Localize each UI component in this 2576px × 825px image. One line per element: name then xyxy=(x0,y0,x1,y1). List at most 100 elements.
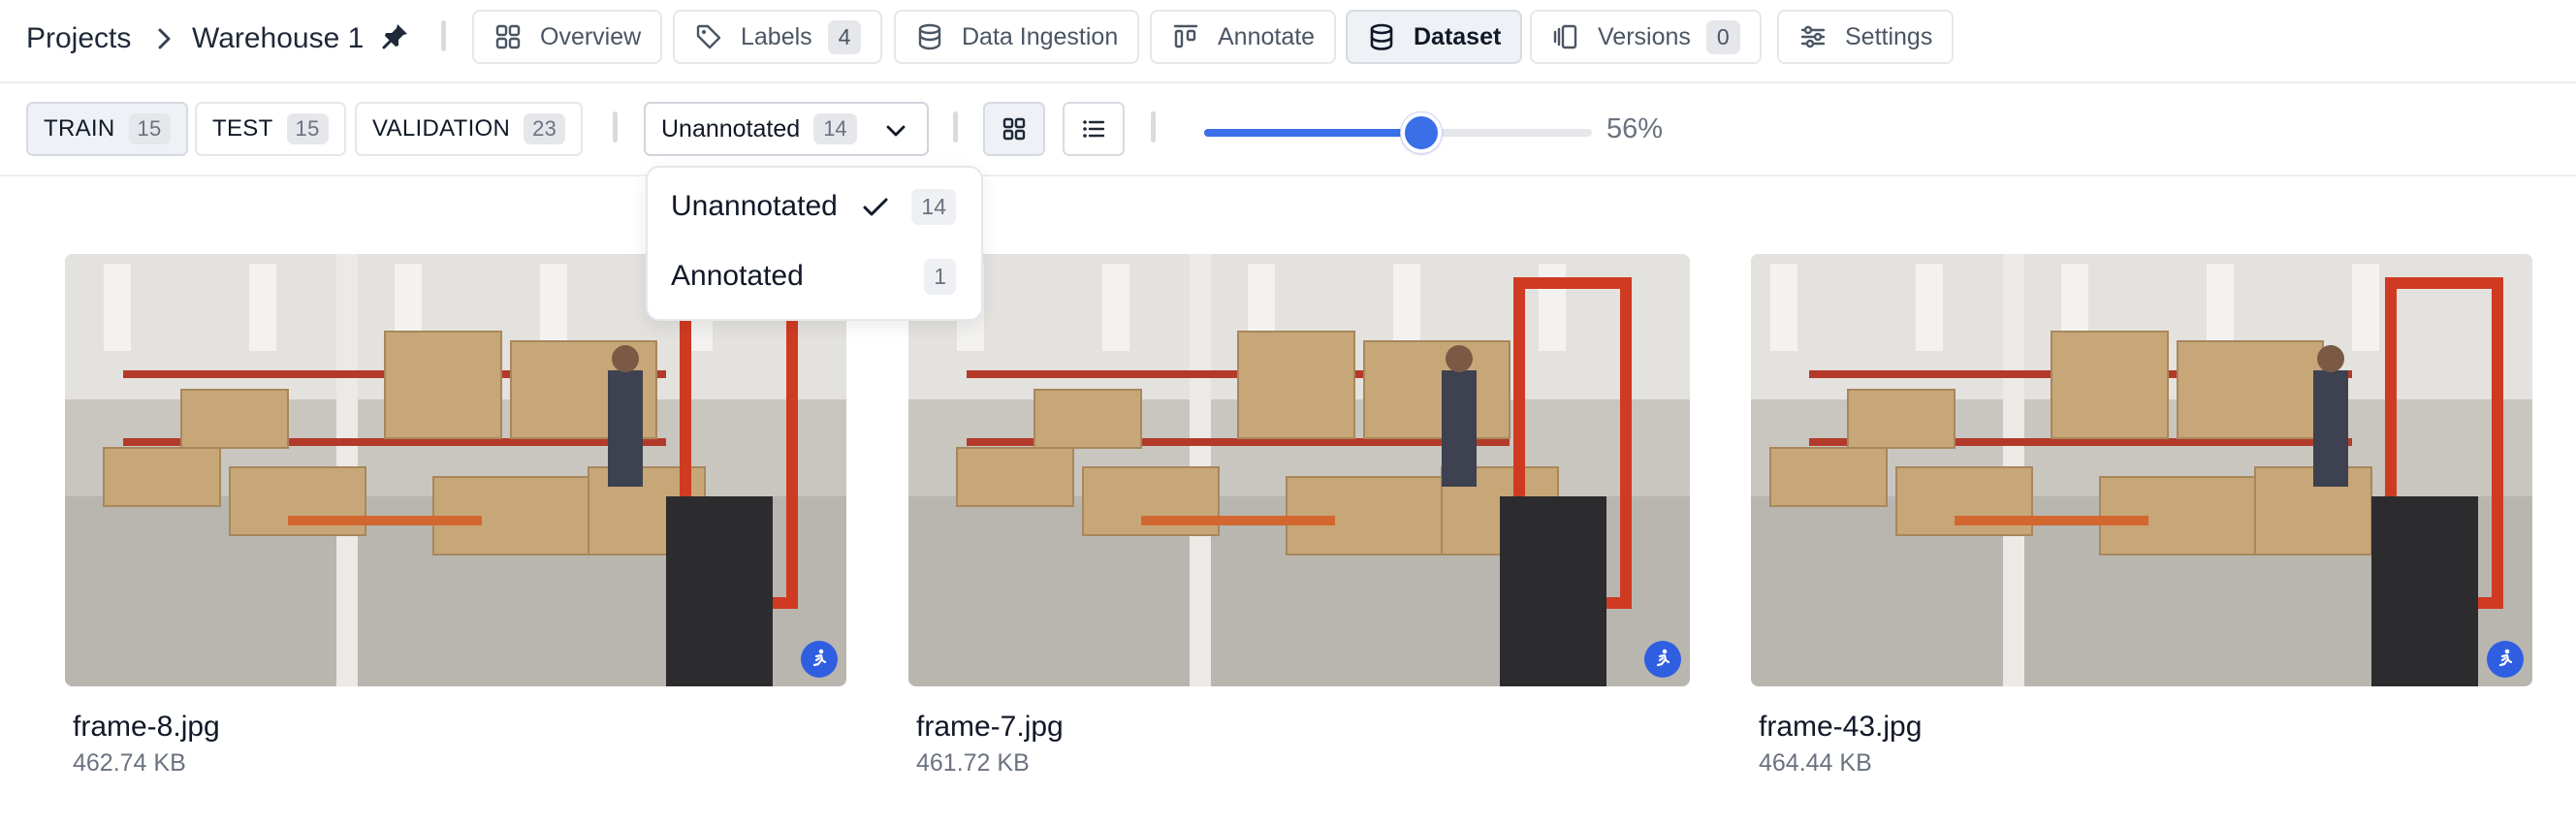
person-running-icon xyxy=(1656,649,1670,667)
window xyxy=(249,264,276,351)
tab-versions[interactable]: Versions 0 xyxy=(1530,10,1762,64)
nav-divider xyxy=(441,20,446,51)
stacker-body xyxy=(666,496,773,686)
cardboard-box xyxy=(1237,331,1355,439)
labels-count-badge: 4 xyxy=(827,19,862,54)
cardboard-box xyxy=(2051,331,2169,439)
cardboard-box xyxy=(1034,389,1142,449)
image-thumbnail[interactable] xyxy=(1751,254,2532,686)
tab-annotate-label: Annotate xyxy=(1218,22,1316,50)
person-running-icon xyxy=(812,649,827,667)
versions-count-badge: 0 xyxy=(1705,19,1740,54)
split-validation-label: VALIDATION xyxy=(372,115,511,142)
window xyxy=(2352,264,2379,351)
filter-selected-count: 14 xyxy=(813,113,857,144)
list-view-icon xyxy=(1083,120,1105,138)
window xyxy=(540,264,567,351)
image-card[interactable]: frame-43.jpg 464.44 KB xyxy=(1751,254,2532,777)
annotate-icon xyxy=(1173,24,1198,48)
image-card[interactable]: frame-7.jpg 461.72 KB xyxy=(908,254,1690,777)
worker xyxy=(1442,370,1477,487)
cardboard-box xyxy=(103,447,221,507)
filter-selected-label: Unannotated xyxy=(661,114,801,143)
tab-dataset[interactable]: Dataset xyxy=(1346,10,1523,64)
pallet-jack xyxy=(288,516,482,525)
filter-option-count: 14 xyxy=(911,189,956,225)
tag-icon xyxy=(696,24,721,49)
grid-view-button[interactable] xyxy=(983,102,1045,156)
split-train-label: TRAIN xyxy=(44,115,115,142)
cardboard-box xyxy=(1769,447,1888,507)
tab-settings[interactable]: Settings xyxy=(1777,10,1955,64)
filter-option-unannotated[interactable]: Unannotated 14 xyxy=(648,175,981,238)
pin-icon[interactable] xyxy=(381,21,410,50)
worker-head xyxy=(612,345,639,372)
toolbar-divider xyxy=(613,111,618,143)
cardboard-box xyxy=(384,331,502,439)
filter-option-annotated[interactable]: Annotated 1 xyxy=(648,245,981,307)
annotation-filter-menu: Unannotated 14 Annotated 1 xyxy=(646,166,983,321)
tab-data-ingestion-label: Data Ingestion xyxy=(962,22,1119,50)
badge xyxy=(1644,641,1681,678)
worker xyxy=(608,370,643,487)
image-card[interactable]: frame-8.jpg 462.74 KB xyxy=(65,254,846,777)
split-test-button[interactable]: TEST 15 xyxy=(195,102,346,156)
cardboard-box xyxy=(1363,340,1511,439)
window xyxy=(1770,264,1797,351)
warehouse-photo xyxy=(1751,254,2532,686)
image-filesize: 464.44 KB xyxy=(1759,749,1872,777)
worker-head xyxy=(2317,345,2344,372)
tab-data-ingestion[interactable]: Data Ingestion xyxy=(894,10,1140,64)
zoom-slider[interactable] xyxy=(1204,112,1592,153)
zoom-percentage: 56% xyxy=(1606,113,1664,144)
zoom-slider-thumb[interactable] xyxy=(1401,112,1442,153)
tab-labels-label: Labels xyxy=(741,22,812,50)
split-test-label: TEST xyxy=(212,115,273,142)
window xyxy=(1102,264,1129,351)
window xyxy=(1539,264,1566,351)
worker-head xyxy=(1446,345,1473,372)
filter-option-label: Annotated xyxy=(671,260,804,292)
image-filesize: 461.72 KB xyxy=(916,749,1030,777)
pallet-jack xyxy=(1141,516,1335,525)
image-thumbnail[interactable] xyxy=(908,254,1690,686)
image-filename: frame-8.jpg xyxy=(73,711,220,743)
tab-overview[interactable]: Overview xyxy=(472,10,663,64)
worker xyxy=(2313,370,2348,487)
chevron-down-icon xyxy=(886,125,906,137)
warehouse-photo xyxy=(908,254,1690,686)
annotation-filter-select[interactable]: Unannotated 14 xyxy=(644,102,929,156)
badge xyxy=(801,641,838,678)
database-icon xyxy=(1370,23,1393,50)
stacker-body xyxy=(1500,496,1606,686)
split-validation-button[interactable]: VALIDATION 23 xyxy=(355,102,584,156)
toolbar-divider xyxy=(953,111,958,143)
top-nav: Projects Warehouse 1 Overview Labels 4 D… xyxy=(0,0,2576,83)
split-test-count: 15 xyxy=(286,113,329,144)
pallet-jack xyxy=(1955,516,2148,525)
tab-overview-label: Overview xyxy=(540,22,642,50)
breadcrumb-projects-link[interactable]: Projects xyxy=(26,21,131,56)
tab-annotate[interactable]: Annotate xyxy=(1150,10,1337,64)
split-train-count: 15 xyxy=(128,113,171,144)
filter-option-count: 1 xyxy=(924,259,956,295)
person-running-icon xyxy=(2498,649,2513,667)
window xyxy=(104,264,131,351)
split-validation-count: 23 xyxy=(524,113,566,144)
check-icon xyxy=(863,198,888,216)
breadcrumb-project-name: Warehouse 1 xyxy=(192,22,365,54)
chevron-right-icon xyxy=(158,28,171,49)
split-train-button[interactable]: TRAIN 15 xyxy=(26,102,188,156)
filter-option-label: Unannotated xyxy=(671,190,838,222)
image-filesize: 462.74 KB xyxy=(73,749,186,777)
list-view-button[interactable] xyxy=(1063,102,1125,156)
tab-settings-label: Settings xyxy=(1845,22,1933,50)
tab-labels[interactable]: Labels 4 xyxy=(673,10,883,64)
toolbar-divider xyxy=(1151,111,1156,143)
grid-icon xyxy=(495,24,521,49)
versions-icon xyxy=(1553,24,1577,49)
cardboard-box xyxy=(956,447,1074,507)
cardboard-box xyxy=(180,389,289,449)
image-filename: frame-7.jpg xyxy=(916,711,1064,743)
image-filename: frame-43.jpg xyxy=(1759,711,1923,743)
